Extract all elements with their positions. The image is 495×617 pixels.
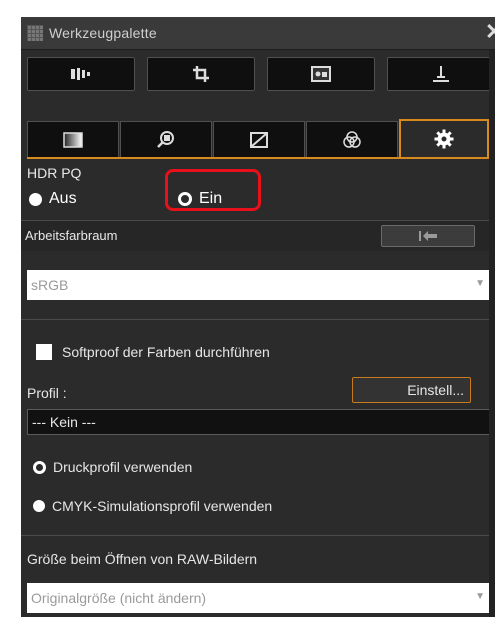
gradient-icon: [63, 131, 83, 148]
raw-size-value: Originalgröße (nicht ändern): [31, 590, 207, 606]
softproof-checkbox[interactable]: [36, 344, 52, 360]
settings-button[interactable]: Einstell...: [352, 377, 471, 403]
workspace-dropdown[interactable]: sRGB ▼: [27, 270, 491, 300]
profile-field[interactable]: --- Kein ---: [27, 409, 491, 435]
color-channels-button[interactable]: [306, 121, 398, 157]
print-profile-label: Druckprofil verwenden: [53, 459, 193, 475]
crop-button[interactable]: [147, 57, 255, 91]
hdr-aus-label: Aus: [49, 190, 77, 207]
stamp-button[interactable]: [387, 57, 495, 91]
settings-button-label: Einstell...: [407, 382, 464, 398]
softproof-label: Softproof der Farben durchführen: [62, 344, 270, 360]
close-icon[interactable]: ✕: [485, 20, 495, 44]
chevron-down-icon: ▼: [475, 278, 485, 289]
radio-selected-icon: [33, 500, 45, 512]
histogram-icon: [71, 68, 90, 80]
cmyk-profile-label: CMYK-Simulationsprofil verwenden: [52, 498, 273, 514]
profile-label: Profil :: [27, 385, 67, 401]
zoom-grid-icon: [157, 130, 174, 148]
hdr-pq-label: HDR PQ: [27, 165, 82, 181]
stamp-icon: [433, 66, 449, 82]
zoom-grid-button[interactable]: [120, 121, 212, 157]
scrollbar[interactable]: [489, 50, 495, 617]
cmyk-profile-radio[interactable]: CMYK-Simulationsprofil verwenden: [33, 498, 272, 514]
hdr-aus-radio[interactable]: Aus: [29, 190, 77, 208]
radio-unselected-icon: [33, 460, 46, 474]
settings-tab[interactable]: [399, 119, 489, 157]
print-profile-radio[interactable]: Druckprofil verwenden: [33, 459, 192, 475]
tool-palette: Werkzeugpalette ✕ HDR PQ Aus Ein Arbeits…: [21, 17, 495, 617]
toolbar-row-1: [27, 57, 495, 91]
raw-size-label: Größe beim Öffnen von RAW-Bildern: [27, 551, 258, 567]
grip-icon[interactable]: [27, 25, 43, 41]
workspace-value: sRGB: [31, 277, 69, 293]
color-channels-icon: [343, 130, 361, 148]
curve-button[interactable]: [213, 121, 305, 157]
image-icon: [311, 66, 331, 82]
workspace-label: Arbeitsfarbraum: [25, 228, 118, 243]
profile-value: --- Kein ---: [32, 414, 96, 430]
window-title: Werkzeugpalette: [49, 25, 157, 41]
gradient-button[interactable]: [27, 121, 119, 157]
image-button[interactable]: [267, 57, 375, 91]
histogram-button[interactable]: [27, 57, 135, 91]
divider: [21, 319, 495, 320]
raw-size-dropdown[interactable]: Originalgröße (nicht ändern) ▼: [27, 583, 491, 613]
radio-selected-icon: [29, 192, 42, 206]
chevron-down-icon: ▼: [475, 591, 485, 602]
reset-icon: [419, 231, 437, 241]
title-bar[interactable]: Werkzeugpalette ✕: [21, 17, 495, 50]
toolbar-row-2: [27, 119, 495, 159]
reset-button[interactable]: [381, 225, 475, 247]
divider: [21, 535, 495, 536]
workspace-header: Arbeitsfarbraum: [21, 221, 495, 251]
crop-icon: [193, 66, 209, 82]
gear-icon: [434, 129, 454, 149]
highlight-box: [165, 169, 261, 211]
curve-icon: [250, 131, 268, 148]
